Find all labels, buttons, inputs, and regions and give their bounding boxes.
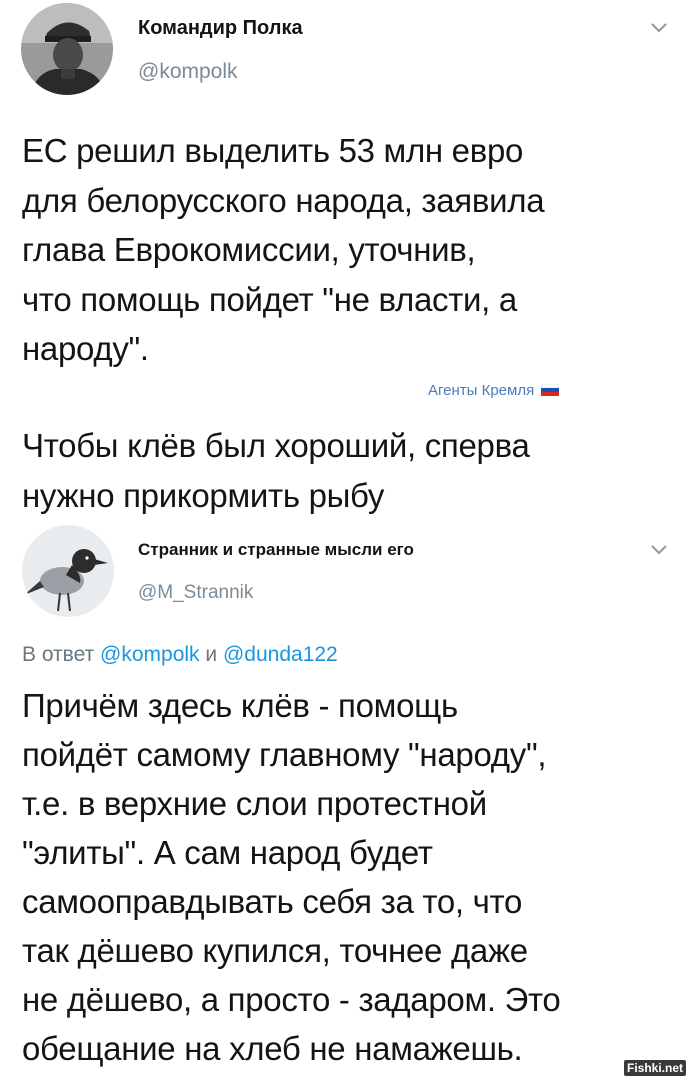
tweet-1-header: Командир Полка @kompolk	[0, 0, 689, 110]
mention-link[interactable]: @kompolk	[100, 643, 200, 666]
reply-join: и	[205, 643, 218, 666]
chevron-down-icon[interactable]	[650, 544, 668, 556]
mention-link[interactable]: @dunda122	[223, 643, 338, 666]
comment-text: Чтобы клёв был хороший, сперва нужно при…	[22, 427, 530, 514]
avatar[interactable]	[21, 3, 113, 95]
tweet-1-text: ЕС решил выделить 53 млн евро для белору…	[22, 132, 545, 367]
site-watermark: Fishki.net	[623, 1060, 686, 1076]
tweet-2-header: Странник и странные мысли его @M_Stranni…	[0, 520, 689, 630]
chevron-down-icon[interactable]	[650, 22, 668, 34]
caption-text: Агенты Кремля	[428, 382, 535, 399]
user-handle[interactable]: @M_Strannik	[138, 582, 253, 604]
display-name[interactable]: Странник и странные мысли его	[138, 540, 414, 560]
tweet-2-text: Причём здесь клёв - помощь пойдёт самому…	[22, 687, 561, 1067]
display-name[interactable]: Командир Полка	[138, 17, 303, 40]
crow-avatar-icon	[22, 525, 114, 617]
reply-to-line: В ответ @kompolk и @dunda122	[22, 643, 338, 667]
user-handle[interactable]: @kompolk	[138, 60, 238, 84]
reply-prefix: В ответ	[22, 643, 95, 666]
avatar[interactable]	[22, 525, 114, 617]
caption-agents: Агенты Кремля	[428, 382, 560, 399]
russian-flag-icon	[541, 383, 560, 396]
soldier-portrait-icon	[21, 3, 113, 95]
